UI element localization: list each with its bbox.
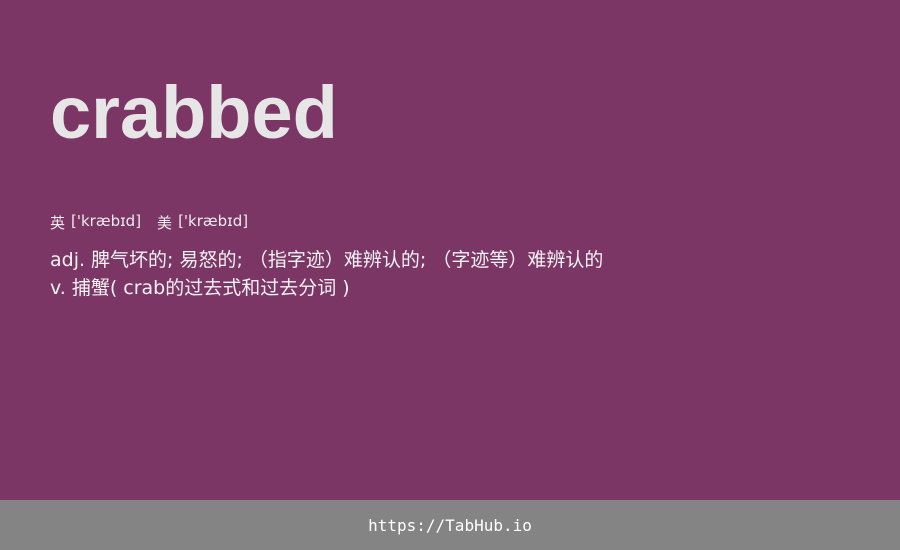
part-of-speech: adj. xyxy=(50,249,86,271)
phonetic-us-ipa: ['kræbɪd] xyxy=(178,212,249,230)
part-of-speech: v. xyxy=(50,277,66,299)
phonetic-uk: 英 ['kræbɪd] xyxy=(50,212,141,233)
phonetic-us: 美 ['kræbɪd] xyxy=(157,212,248,233)
headword: crabbed xyxy=(50,71,338,154)
phonetic-us-label: 美 xyxy=(157,214,173,232)
phonetic-uk-label: 英 xyxy=(50,214,66,232)
definition-verb: v. 捕蟹( crab的过去式和过去分词 ) xyxy=(50,274,850,302)
tabhub-link[interactable]: https://TabHub.io xyxy=(368,516,532,535)
definition-text: 脾气坏的; 易怒的; （指字迹）难辨认的; （字迹等）难辨认的 xyxy=(91,249,604,271)
new-tab-page: crabbed 英 ['kræbɪd] 美 ['kræbɪd] adj. 脾气坏的… xyxy=(0,0,900,550)
definition-text: 捕蟹( crab的过去式和过去分词 ) xyxy=(71,277,350,299)
definition-adj: adj. 脾气坏的; 易怒的; （指字迹）难辨认的; （字迹等）难辨认的 xyxy=(50,246,850,274)
definitions: adj. 脾气坏的; 易怒的; （指字迹）难辨认的; （字迹等）难辨认的 v. 捕蟹… xyxy=(50,246,850,302)
phonetics: 英 ['kræbɪd] 美 ['kræbɪd] xyxy=(50,212,248,233)
phonetic-uk-ipa: ['kræbɪd] xyxy=(71,212,142,230)
footer-bar: https://TabHub.io xyxy=(0,500,900,550)
